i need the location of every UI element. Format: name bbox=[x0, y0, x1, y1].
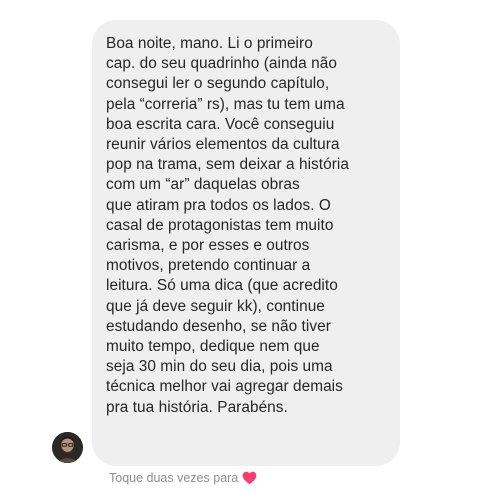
sender-avatar[interactable] bbox=[52, 432, 83, 463]
double-tap-hint-text: Toque duas vezes para bbox=[109, 471, 239, 485]
message-line: que já deve seguir kk), continue bbox=[106, 297, 325, 315]
message-line: motivos, pretendo continuar a bbox=[106, 257, 311, 275]
message-line: boa escrita cara. Você conseguiu bbox=[106, 115, 335, 133]
message-line: carisma, e por esses e outros bbox=[106, 237, 310, 255]
message-line: seja 30 min do seu dia, pois uma bbox=[106, 358, 333, 376]
message-line: pela “correria” rs), mas tu tem uma bbox=[106, 95, 345, 113]
message-bubble[interactable]: Boa noite, mano. Li o primeiro cap. do s… bbox=[92, 20, 400, 466]
message-line: que atiram pra todos os lados. O bbox=[106, 196, 331, 214]
message-line: casal de protagonistas tem muito bbox=[106, 216, 334, 234]
message-line: técnica melhor vai agregar demais bbox=[106, 378, 343, 396]
message-line: pra tua história. Parabéns. bbox=[106, 398, 288, 416]
message-line: cap. do seu quadrinho (ainda não bbox=[106, 55, 337, 73]
avatar-image bbox=[52, 432, 83, 463]
message-line: com um “ar” daquelas obras bbox=[106, 176, 300, 194]
message-line: Boa noite, mano. Li o primeiro bbox=[106, 35, 313, 52]
message-line: leitura. Só uma dica (que acredito bbox=[106, 277, 338, 295]
heart-icon[interactable] bbox=[242, 471, 257, 485]
double-tap-hint: Toque duas vezes para bbox=[109, 468, 257, 488]
message-line: muito tempo, dedique nem que bbox=[106, 338, 320, 356]
message-line: consegui ler o segundo capítulo, bbox=[106, 75, 330, 93]
message-line: reunir vários elementos da cultura bbox=[106, 136, 340, 154]
message-line: pop na trama, sem deixar a história bbox=[106, 156, 349, 174]
message-line: estudando desenho, se não tiver bbox=[106, 317, 331, 335]
